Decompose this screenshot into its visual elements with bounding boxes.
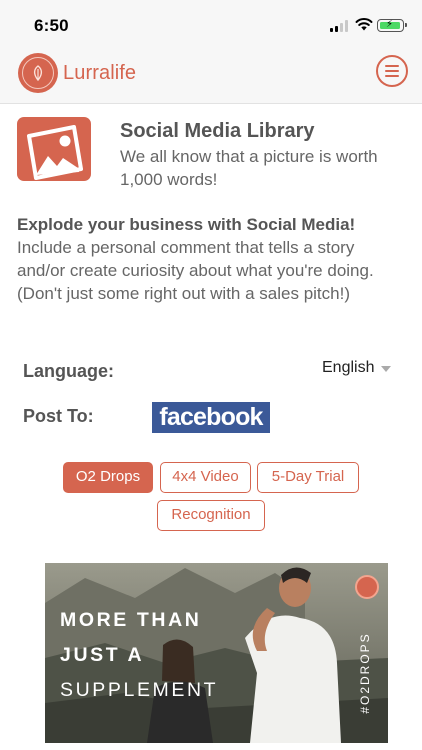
hamburger-menu-icon[interactable] (376, 55, 408, 87)
cellular-signal-icon (330, 20, 350, 32)
image-gallery-icon (17, 117, 91, 181)
preview-line-1: MORE THAN (60, 609, 202, 631)
lurralife-logo-icon[interactable] (18, 53, 58, 93)
pitch-heading: Explode your business with Social Media! (17, 215, 356, 234)
category-recognition[interactable]: Recognition (157, 500, 265, 531)
pitch-text: Explode your business with Social Media!… (17, 213, 392, 305)
status-time: 6:50 (34, 16, 69, 35)
pitch-body: Include a personal comment that tells a … (17, 238, 374, 303)
page-title: Social Media Library (120, 120, 315, 142)
dropdown-caret-icon (381, 366, 391, 372)
social-media-image[interactable]: MORE THAN JUST A SUPPLEMENT #O2DROPS (45, 563, 388, 743)
category-5-day-trial[interactable]: 5-Day Trial (257, 462, 359, 493)
language-select[interactable]: English (322, 359, 391, 381)
status-bar: 6:50 ⚡ (0, 0, 422, 50)
app-header: Lurralife (0, 50, 422, 104)
o2drops-badge-icon (355, 575, 379, 599)
category-o2-drops[interactable]: O2 Drops (63, 462, 153, 493)
language-value: English (322, 359, 375, 376)
preview-line-3: SUPPLEMENT (60, 679, 219, 701)
post-to-label: Post To: (23, 406, 94, 426)
facebook-post-button[interactable]: facebook (152, 402, 270, 433)
preview-hashtag-text: #O2DROPS (358, 632, 372, 714)
preview-hashtag: #O2DROPS (354, 617, 376, 729)
page-subtitle: We all know that a picture is worth 1,00… (120, 147, 378, 189)
battery-charging-icon: ⚡ (377, 19, 407, 32)
category-4x4-video[interactable]: 4x4 Video (160, 462, 251, 493)
wifi-icon (355, 18, 373, 31)
language-label: Language: (23, 361, 115, 381)
preview-line-2: JUST A (60, 644, 145, 666)
logo-text[interactable]: Lurralife (63, 62, 136, 85)
